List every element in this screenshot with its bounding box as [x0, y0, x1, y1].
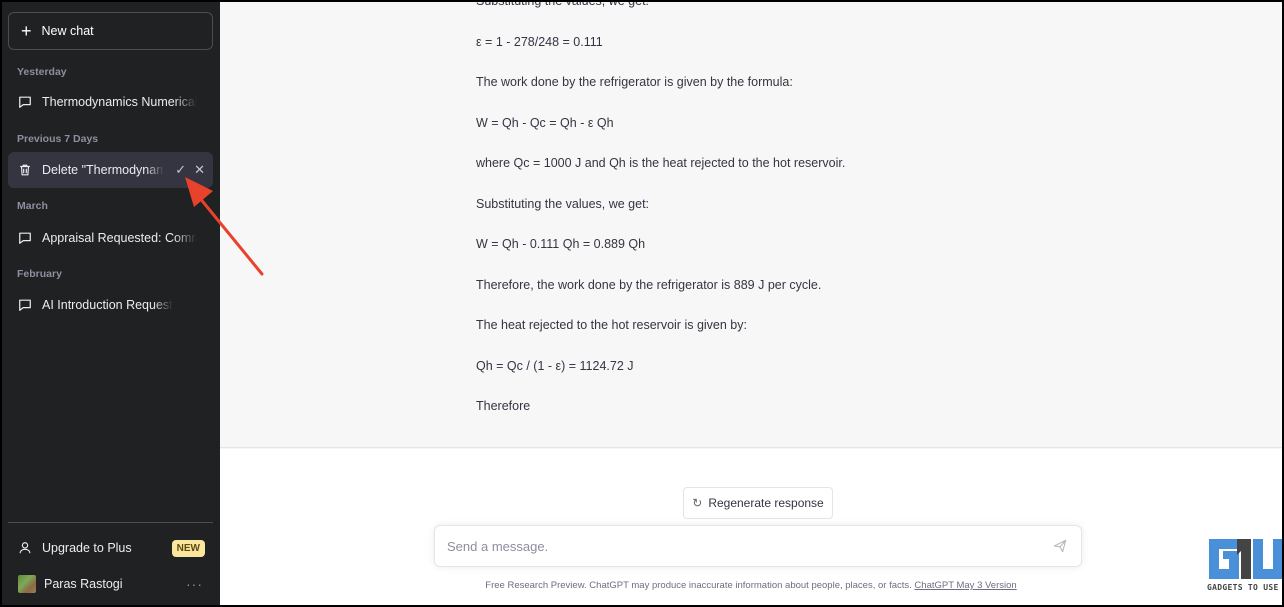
- message-input-box: [434, 525, 1082, 567]
- user-name: Paras Rastogi: [44, 577, 123, 591]
- message-line: Therefore: [476, 399, 531, 413]
- assistant-message: Substituting the values, we get: ε = 1 -…: [220, 2, 1282, 448]
- delete-confirm-label: Delete "Thermodynamics Numerical Q: [42, 163, 164, 177]
- disclaimer: Free Research Preview. ChatGPT may produ…: [220, 580, 1282, 591]
- message-line: ε = 1 - 278/248 = 0.111: [476, 35, 603, 49]
- message-line: W = Qh - 0.111 Qh = 0.889 Qh: [476, 237, 646, 251]
- section-label-march: March: [17, 200, 48, 212]
- watermark-text: GADGETS TO USE: [1207, 583, 1279, 592]
- section-label-yesterday: Yesterday: [17, 66, 67, 78]
- main-panel: Substituting the values, we get: ε = 1 -…: [220, 2, 1282, 605]
- confirm-actions: ✓ ✕: [175, 152, 205, 188]
- message-line: The work done by the refrigerator is giv…: [476, 75, 793, 89]
- message-line: W = Qh - Qc = Qh - ε Qh: [476, 116, 614, 130]
- section-label-previous-7-days: Previous 7 Days: [17, 133, 99, 145]
- sidebar: + New chat Yesterday Thermodynamics Nume…: [2, 2, 220, 605]
- disclaimer-text: Free Research Preview. ChatGPT may produ…: [485, 580, 912, 591]
- upgrade-label: Upgrade to Plus: [42, 541, 132, 555]
- chat-bubble-icon: [19, 232, 31, 244]
- confirm-delete-check-icon[interactable]: ✓: [175, 162, 186, 178]
- regenerate-label: Regenerate response: [708, 496, 824, 510]
- new-badge: NEW: [171, 539, 205, 557]
- chat-item-thermodynamics[interactable]: Thermodynamics Numerical Q: [8, 84, 213, 120]
- new-chat-label: New chat: [41, 24, 94, 38]
- chat-item-delete-confirm[interactable]: Delete "Thermodynamics Numerical Q ✓ ✕: [8, 152, 213, 188]
- user-menu-button[interactable]: Paras Rastogi ···: [8, 567, 213, 601]
- composer-area: ↻ Regenerate response Free Research Prev…: [220, 449, 1282, 605]
- message-line: where Qc = 1000 J and Qh is the heat rej…: [476, 156, 846, 170]
- refresh-icon: ↻: [692, 496, 703, 510]
- send-icon[interactable]: [1053, 539, 1067, 553]
- regenerate-response-button[interactable]: ↻ Regenerate response: [683, 487, 833, 519]
- message-line: Qh = Qc / (1 - ε) = 1124.72 J: [476, 359, 634, 373]
- section-label-february: February: [17, 268, 62, 280]
- gadgets-to-use-logo-icon: [1209, 539, 1282, 579]
- chat-item-label: Thermodynamics Numerical Q: [42, 95, 197, 109]
- message-input[interactable]: [447, 538, 1037, 554]
- chat-bubble-icon: [19, 299, 31, 311]
- chat-bubble-icon: [19, 96, 31, 108]
- more-options-icon[interactable]: ···: [186, 576, 203, 592]
- sidebar-divider: [8, 522, 213, 523]
- message-line: The heat rejected to the hot reservoir i…: [476, 318, 747, 332]
- message-line: Substituting the values, we get:: [476, 2, 649, 8]
- message-line: Therefore, the work done by the refriger…: [476, 278, 822, 292]
- plus-icon: +: [21, 21, 32, 41]
- cancel-delete-close-icon[interactable]: ✕: [194, 162, 205, 178]
- watermark-logo: GADGETS TO USE: [1207, 537, 1282, 597]
- chat-item-label: AI Introduction Request: [42, 298, 173, 312]
- chat-item-appraisal[interactable]: Appraisal Requested: Commit: [8, 220, 213, 256]
- trash-icon: [20, 164, 30, 176]
- chat-item-label: Appraisal Requested: Commit: [42, 231, 197, 245]
- avatar: [18, 575, 36, 593]
- upgrade-to-plus-button[interactable]: Upgrade to Plus NEW: [8, 531, 213, 565]
- chat-item-ai-introduction[interactable]: AI Introduction Request: [8, 287, 213, 323]
- app-window: + New chat Yesterday Thermodynamics Nume…: [2, 2, 1282, 605]
- version-link[interactable]: ChatGPT May 3 Version: [914, 580, 1016, 591]
- user-icon: [19, 542, 31, 554]
- message-line: Substituting the values, we get:: [476, 197, 650, 211]
- new-chat-button[interactable]: + New chat: [8, 12, 213, 50]
